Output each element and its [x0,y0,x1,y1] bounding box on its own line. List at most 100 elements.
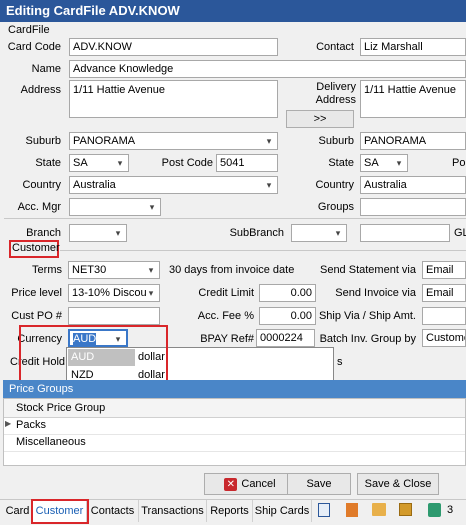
acc-fee-label: Acc. Fee % [197,310,254,322]
tab-card[interactable]: Card [3,500,33,522]
state2-dropdown[interactable]: SA ▾ [360,154,408,172]
chevron-down-icon: ▾ [396,158,402,168]
groups-field[interactable] [360,198,466,216]
address-field[interactable]: 1/11 Hattie Avenue [69,80,278,118]
contact-field[interactable]: Liz Marshall [360,38,466,56]
tab-transactions[interactable]: Transactions [139,500,207,522]
chevron-down-icon: ▾ [149,202,155,212]
send-invoice-label: Send Invoice via [335,287,416,299]
partial-label: s [337,356,343,368]
window-title: Editing CardFile ADV.KNOW [0,0,466,22]
ship-via-label: Ship Via / Ship Amt. [318,310,416,322]
copy-address-button[interactable]: >> [286,110,354,128]
row-cell: Miscellaneous [16,436,86,448]
delivery-address-field[interactable]: 1/11 Hattie Avenue [360,80,466,118]
cardfile-section-label: CardFile [8,24,50,36]
subbranch-dropdown[interactable]: ▾ [291,224,347,242]
post-code-field[interactable]: 5041 [216,154,278,172]
batch-inv-value: Custome [426,332,466,344]
suburb2-value: PANORAMA [364,135,427,147]
cust-po-field[interactable] [68,307,160,325]
tab-contacts[interactable]: Contacts [87,500,139,522]
row-cell: Packs [16,419,46,431]
divider [4,218,466,219]
bpay-field[interactable]: 0000224 [256,329,315,347]
state2-value: SA [364,157,379,169]
chevron-down-icon: ▾ [117,158,123,168]
chevron-down-icon: ▾ [148,288,154,298]
save-button[interactable]: Save [287,473,351,495]
tab-badge: 3 [447,504,454,516]
ship-via-field[interactable] [422,307,466,325]
terms-description: 30 days from invoice date [169,264,295,276]
post-code2-label: Po [452,157,466,169]
chevron-down-icon: ▾ [266,136,272,146]
send-invoice-value: Email [426,287,454,299]
name-field[interactable]: Advance Knowledge [69,60,466,78]
subbranch-label: SubBranch [229,227,284,239]
name-label: Name [31,63,61,75]
row-indicator-icon: ▶ [5,419,12,428]
copy-icon[interactable] [399,503,412,516]
cancel-button[interactable]: ✕ Cancel [204,473,296,495]
chevron-down-icon: ▾ [115,228,121,238]
batch-inv-label: Batch Inv. Group by [319,333,416,345]
price-groups-grid: Stock Price Group ▶ Packs Miscellaneous [3,398,466,466]
price-level-dropdown[interactable]: 13-10% Discou ▾ [68,284,160,302]
state2-label: State [328,157,354,169]
send-statement-value: Email [426,264,454,276]
address-label: Address [20,84,61,96]
country2-label: Country [315,179,354,191]
grid-column-header[interactable]: Stock Price Group [16,402,105,414]
branch-label: Branch [26,227,61,239]
country-label: Country [22,179,61,191]
acc-fee-field[interactable]: 0.00 [259,307,316,325]
users-icon[interactable] [428,503,441,517]
country2-value: Australia [364,179,407,191]
send-invoice-dropdown[interactable]: Email [422,284,466,302]
send-statement-dropdown[interactable]: Email [422,261,466,279]
contact-label: Contact [316,41,354,53]
state-dropdown[interactable]: SA ▾ [69,154,129,172]
grid-header-row: Stock Price Group [4,399,465,418]
price-level-label: Price level [11,287,62,299]
tab-reports[interactable]: Reports [207,500,253,522]
table-row[interactable]: ▶ Packs [4,417,465,435]
credit-limit-field[interactable]: 0.00 [259,284,316,302]
cancel-icon: ✕ [224,477,238,491]
terms-label: Terms [32,264,62,276]
bpay-label: BPAY Ref# [200,333,254,345]
country-dropdown[interactable]: Australia ▾ [69,176,278,194]
save-close-button[interactable]: Save & Close [357,473,439,495]
gl-dropdown[interactable] [360,224,450,242]
send-statement-label: Send Statement via [319,264,416,276]
suburb2-label: Suburb [318,135,354,147]
suburb-label: Suburb [25,135,61,147]
terms-dropdown[interactable]: NET30 ▾ [68,261,160,279]
cancel-button-label: Cancel [241,478,276,490]
table-row[interactable]: Miscellaneous [4,434,465,452]
acc-mgr-dropdown[interactable]: ▾ [69,198,161,216]
tab-customer-highlight [31,499,89,524]
tab-ship-cards[interactable]: Ship Cards [253,500,312,522]
card-code-field[interactable]: ADV.KNOW [69,38,278,56]
state-label: State [35,157,61,169]
chevron-down-icon: ▾ [148,265,154,275]
branch-dropdown[interactable]: ▾ [69,224,127,242]
suburb-value: PANORAMA [73,135,136,147]
divider [60,250,466,251]
suburb-dropdown[interactable]: PANORAMA ▾ [69,132,278,150]
folder-icon[interactable] [372,503,386,516]
post-code-label: Post Code [161,157,213,169]
customer-section-label: Customer [12,242,60,254]
country2-dropdown[interactable]: Australia [360,176,466,194]
acc-mgr-label: Acc. Mgr [17,201,61,213]
attachment-icon[interactable] [346,503,358,517]
card-code-label: Card Code [7,41,61,53]
suburb2-dropdown[interactable]: PANORAMA [360,132,466,150]
document-icon[interactable] [318,503,330,517]
groups-label: Groups [317,201,354,213]
batch-inv-dropdown[interactable]: Custome [422,329,466,347]
delivery-address-label-1: Delivery [316,81,356,93]
delivery-address-label-2: Address [315,94,356,106]
